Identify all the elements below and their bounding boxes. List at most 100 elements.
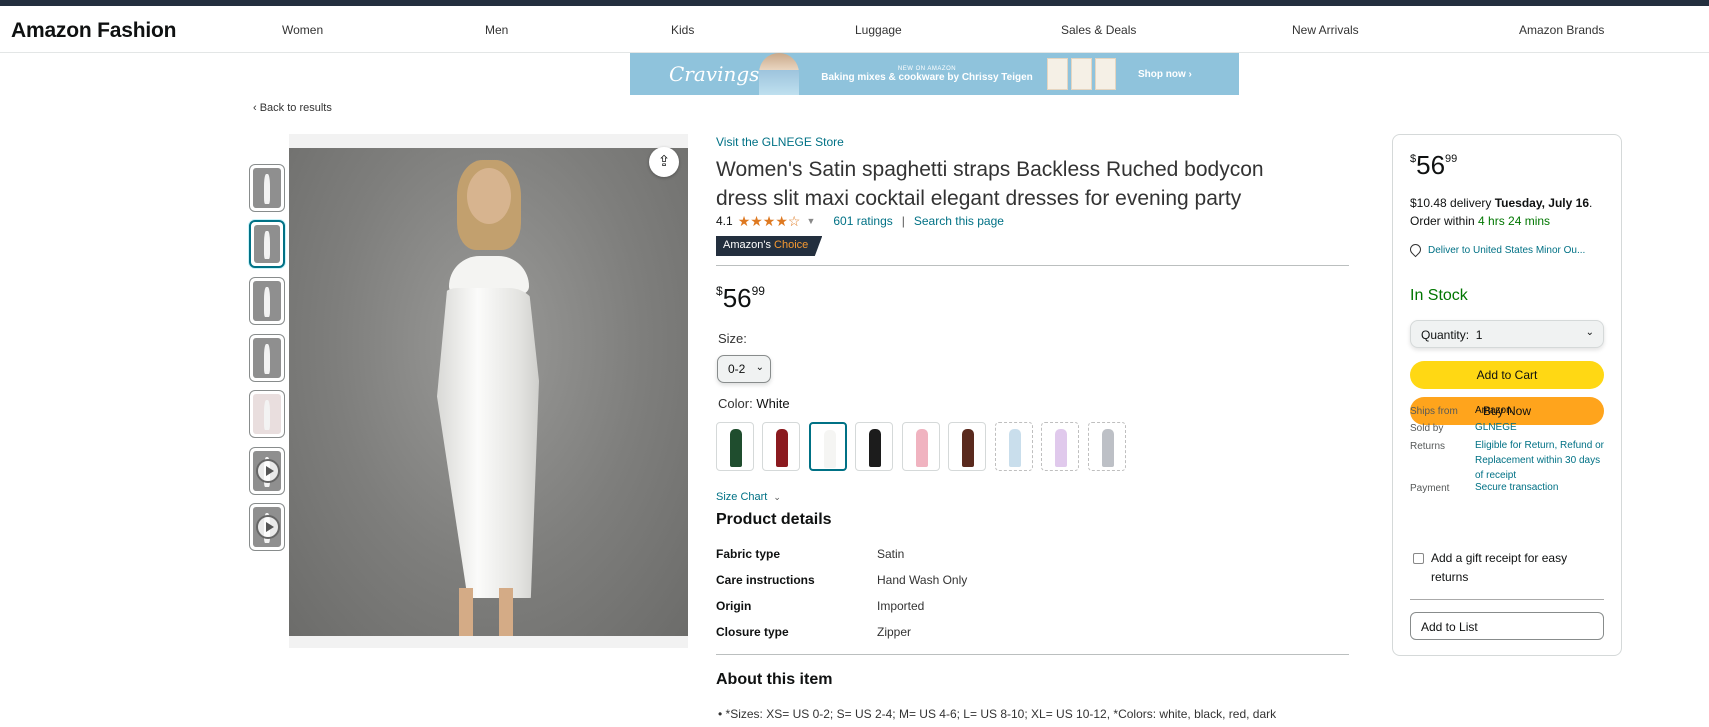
thumbnail[interactable]: [249, 277, 285, 325]
search-this-page-link[interactable]: Search this page: [914, 214, 1004, 228]
delivery-date: Tuesday, July 16: [1494, 196, 1589, 210]
color-swatch-unavailable[interactable]: [1041, 422, 1079, 471]
chevron-down-icon: ⌄: [773, 492, 781, 502]
rating-value: 4.1: [716, 214, 733, 228]
banner-logo: Cravings: [669, 62, 760, 86]
color-swatch[interactable]: [762, 422, 800, 471]
thumbnail-image: [254, 225, 280, 263]
nav-men[interactable]: Men: [485, 23, 508, 37]
banner-headline: Baking mixes & cookware by Chrissy Teige…: [821, 71, 1033, 83]
add-to-list-button[interactable]: Add to List: [1410, 612, 1604, 640]
swatch-image: [1102, 429, 1114, 467]
product-details-heading: Product details: [716, 511, 832, 528]
store-link[interactable]: Visit the GLNEGE Store: [716, 135, 844, 149]
price-whole: 56: [1416, 150, 1446, 180]
color-swatch-unavailable[interactable]: [995, 422, 1033, 471]
ratings-count-link[interactable]: 601 ratings: [833, 214, 892, 228]
color-swatch[interactable]: [855, 422, 893, 471]
ships-from-value: Amazon: [1475, 405, 1512, 416]
gift-receipt-option[interactable]: Add a gift receipt for easy returns: [1413, 549, 1603, 587]
add-to-cart-button[interactable]: Add to Cart: [1410, 361, 1604, 389]
star-rating-icon[interactable]: ★★★★☆: [738, 213, 801, 230]
rating-row: 4.1 ★★★★☆ ▼ 601 ratings | Search this pa…: [716, 213, 1004, 229]
quantity-dropdown[interactable]: Quantity: 1 ⌄: [1410, 320, 1604, 348]
play-icon: [256, 459, 280, 483]
payment-link[interactable]: Secure transaction: [1475, 480, 1605, 495]
size-chart-link[interactable]: Size Chart ⌄: [716, 491, 781, 503]
quantity-value: 1: [1475, 328, 1483, 342]
seller-link[interactable]: GLNEGE: [1475, 420, 1605, 435]
nav-amazon-brands[interactable]: Amazon Brands: [1519, 23, 1604, 37]
nav-luggage[interactable]: Luggage: [855, 23, 902, 37]
swatch-image: [1055, 429, 1067, 467]
main-product-image[interactable]: [289, 148, 688, 636]
separator: |: [901, 214, 905, 228]
thumbnail[interactable]: [249, 334, 285, 382]
banner-tile: [1095, 58, 1116, 90]
nav-new-arrivals[interactable]: New Arrivals: [1292, 23, 1359, 37]
divider: [1410, 599, 1604, 600]
color-swatch[interactable]: [902, 422, 940, 471]
price-fraction: 99: [751, 284, 765, 298]
gift-receipt-label: Add a gift receipt for easy returns: [1431, 551, 1568, 584]
thumbnail[interactable]: [249, 164, 285, 212]
price-symbol: $: [1410, 153, 1417, 165]
sold-by-label: Sold by: [1410, 423, 1444, 434]
chevron-down-icon[interactable]: ▼: [806, 216, 815, 226]
about-bullet: • *Sizes: XS= US 0-2; S= US 2-4; M= US 4…: [718, 707, 1277, 721]
thumbnail-image: [253, 281, 281, 321]
thumbnail-selected[interactable]: [249, 220, 285, 268]
size-value: 0-2: [728, 362, 746, 376]
ad-banner[interactable]: Cravings NEW ON AMAZON Baking mixes & co…: [630, 53, 1239, 95]
badge-prefix: Amazon's: [723, 239, 771, 251]
banner-copy: NEW ON AMAZON Baking mixes & cookware by…: [817, 66, 1037, 83]
chevron-down-icon: ⌄: [1585, 327, 1594, 338]
thumbnail-size-chart[interactable]: [249, 390, 285, 438]
detail-key: Care instructions: [716, 573, 815, 587]
swatch-image: [824, 430, 836, 468]
location-pin-icon: [1407, 241, 1424, 258]
color-swatch[interactable]: [948, 422, 986, 471]
swatch-image: [730, 429, 742, 467]
chevron-down-icon: ⌄: [755, 362, 764, 373]
ships-from-label: Ships from: [1410, 406, 1458, 417]
thumbnail-image: [253, 168, 281, 208]
back-to-results-link[interactable]: ‹ Back to results: [253, 102, 332, 114]
detail-key: Fabric type: [716, 547, 781, 561]
size-dropdown[interactable]: 0-2 ⌄: [717, 355, 771, 383]
color-swatch-unavailable[interactable]: [1088, 422, 1126, 471]
returns-label: Returns: [1410, 441, 1446, 452]
thumbnail-image: [253, 338, 281, 378]
thumbnail-video[interactable]: [249, 503, 285, 551]
color-swatch[interactable]: [716, 422, 754, 471]
nav-sales-deals[interactable]: Sales & Deals: [1061, 23, 1136, 37]
detail-value: Hand Wash Only: [877, 573, 968, 587]
nav-kids[interactable]: Kids: [671, 23, 694, 37]
banner-model-image: [759, 53, 799, 95]
swatch-image: [962, 429, 974, 467]
buy-box: $5699 $10.48 delivery Tuesday, July 16. …: [1392, 134, 1622, 656]
banner-tile: [1071, 58, 1092, 90]
image-dress-skirt: [437, 288, 539, 598]
nav-women[interactable]: Women: [282, 23, 323, 37]
detail-key: Closure type: [716, 625, 789, 639]
color-swatch-selected[interactable]: [809, 422, 847, 471]
fashion-nav-bar: Amazon Fashion Women Men Kids Luggage Sa…: [0, 6, 1709, 53]
stock-status: In Stock: [1410, 287, 1468, 304]
share-icon[interactable]: ⇪: [649, 147, 679, 177]
price-symbol: $: [716, 284, 723, 298]
banner-cta[interactable]: Shop now ›: [1138, 69, 1192, 80]
thumbnail-video[interactable]: [249, 447, 285, 495]
returns-link[interactable]: Eligible for Return, Refund or Replaceme…: [1475, 438, 1605, 483]
price-whole: 56: [722, 283, 752, 313]
order-within-countdown: 4 hrs 24 mins: [1478, 214, 1551, 228]
badge-choice: Choice: [774, 239, 809, 251]
payment-label: Payment: [1410, 483, 1450, 494]
swatch-image: [776, 429, 788, 467]
amazons-choice-badge: Amazon's Choice: [716, 236, 823, 256]
gift-receipt-checkbox[interactable]: [1413, 553, 1424, 564]
delivery-info: $10.48 delivery Tuesday, July 16. Order …: [1410, 196, 1593, 228]
about-heading: About this item: [716, 671, 833, 688]
deliver-to-link[interactable]: Deliver to United States Minor Ou...: [1407, 241, 1610, 258]
brand-logo[interactable]: Amazon Fashion: [11, 19, 176, 43]
